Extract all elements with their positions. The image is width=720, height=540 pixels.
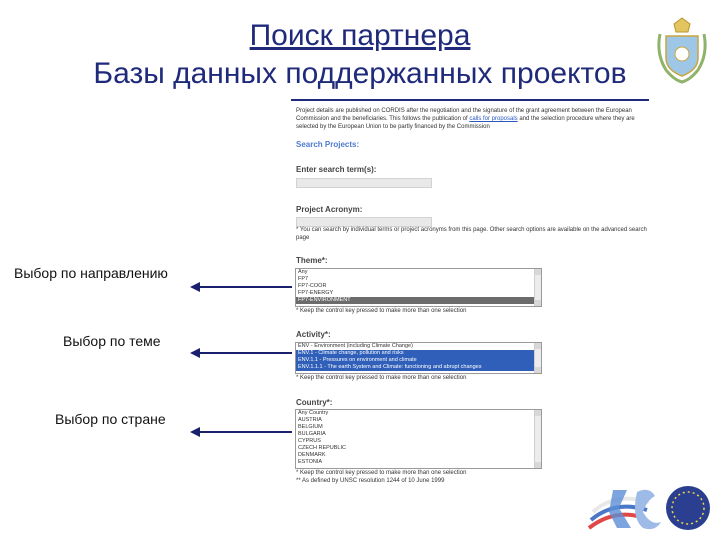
activity-option[interactable]: ENV - Environment (including Climate Cha…: [296, 343, 541, 350]
slide-title-line2: Базы данных поддержанных проектов: [93, 57, 627, 90]
activity-option-selected[interactable]: ENV.1.1 - Pressures on environment and c…: [296, 357, 541, 364]
annotation-by-country: Выбор по стране: [55, 411, 166, 427]
country-scrollbar[interactable]: [534, 410, 541, 468]
activity-listbox[interactable]: ENV - Environment (including Climate Cha…: [295, 342, 542, 374]
country-option[interactable]: CZECH REPUBLIC: [296, 445, 541, 452]
theme-note: * Keep the control key pressed to make m…: [296, 308, 467, 314]
theme-option[interactable]: FP7-ENERGY: [296, 290, 541, 297]
country-option[interactable]: AUSTRIA: [296, 417, 541, 424]
activity-option-selected[interactable]: ENV.1.1.1 - The earth System and Climate…: [296, 364, 541, 371]
country-note: * Keep the control key pressed to make m…: [296, 470, 467, 476]
theme-option[interactable]: Any: [296, 269, 541, 276]
theme-option[interactable]: FP7-COOR: [296, 283, 541, 290]
arrow-direction-line: [198, 286, 292, 288]
theme-listbox[interactable]: Any FP7 FP7-COOR FP7-ENERGY FP7-ENVIRONM…: [295, 268, 542, 307]
country-option[interactable]: DENMARK: [296, 452, 541, 459]
activity-scrollbar[interactable]: [534, 343, 541, 373]
arrow-country-line: [198, 431, 292, 433]
country-listbox[interactable]: Any Country AUSTRIA BELGIUM BULGARIA CYP…: [295, 409, 542, 469]
country-option[interactable]: BULGARIA: [296, 431, 541, 438]
activity-note: * Keep the control key pressed to make m…: [296, 375, 467, 381]
acronym-note: * You can search by individual terms or …: [296, 227, 647, 241]
country-option[interactable]: BELGIUM: [296, 424, 541, 431]
theme-option-selected[interactable]: FP7-ENVIRONMENT: [296, 297, 541, 304]
activity-option-selected[interactable]: ENV.1 - Climate change, pollution and ri…: [296, 350, 541, 357]
search-term-label: Enter search term(s):: [296, 165, 377, 174]
search-projects-heading: Search Projects:: [296, 140, 360, 149]
theme-scrollbar[interactable]: [534, 269, 541, 306]
organization-logo-icon: [587, 486, 710, 530]
arrow-theme-line: [198, 352, 292, 354]
theme-option[interactable]: FP7: [296, 276, 541, 283]
country-label: Country*:: [296, 398, 333, 407]
activity-label: Activity*:: [296, 330, 331, 339]
country-option[interactable]: CYPRUS: [296, 438, 541, 445]
unsc-note: ** As defined by UNSC resolution 1244 of…: [296, 478, 445, 484]
search-term-input[interactable]: [296, 178, 432, 188]
country-option[interactable]: ESTONIA: [296, 459, 541, 466]
slide-title-line1: Поиск партнера: [249, 19, 471, 52]
theme-label: Theme*:: [296, 256, 328, 265]
coat-of-arms-icon: [657, 17, 707, 84]
intro-paragraph: Project details are published on CORDIS …: [296, 108, 635, 130]
annotation-by-theme: Выбор по теме: [63, 333, 161, 349]
header-divider: [291, 99, 649, 101]
annotation-by-direction: Выбор по направлению: [14, 265, 168, 281]
project-acronym-label: Project Acronym:: [296, 205, 363, 214]
calls-for-proposals-link[interactable]: calls for proposals: [469, 116, 517, 122]
country-option[interactable]: Any Country: [296, 410, 541, 417]
